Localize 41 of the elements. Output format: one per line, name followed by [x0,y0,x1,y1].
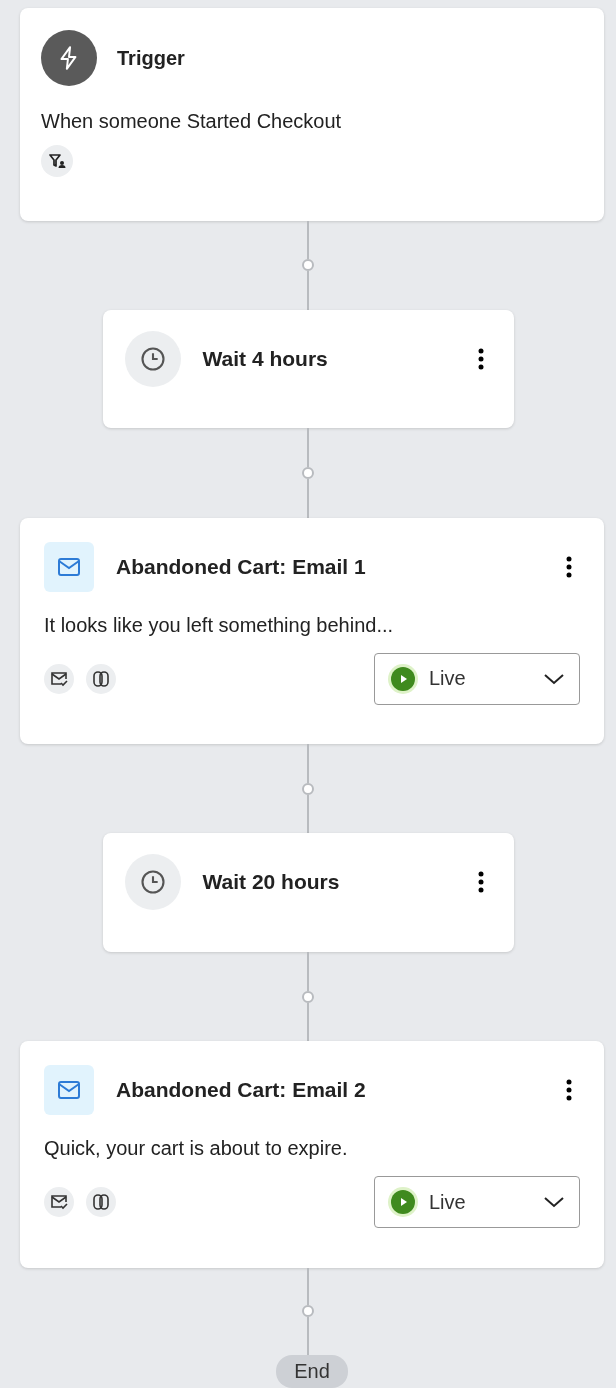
connector-node [302,467,314,479]
connector-node [302,782,314,795]
email-title: Abandoned Cart: Email 1 [116,554,367,579]
envelope-check-icon[interactable] [44,1187,74,1218]
email-subject: Quick, your cart is about to expire. [44,1137,349,1161]
trigger-card[interactable]: Trigger When someone Started Checkout [20,8,604,221]
wait-title: Wait 4 hours [202,346,329,371]
wait-card[interactable]: Wait 4 hours [102,309,514,429]
connector-line [307,951,309,991]
wait-card[interactable]: Wait 20 hours [102,833,514,952]
trigger-description: When someone Started Checkout [41,110,343,133]
wait-title: Wait 20 hours [202,870,341,895]
link-icon[interactable] [86,1187,116,1218]
connector-node [302,1305,314,1318]
trigger-title: Trigger [117,46,185,70]
connector-line [307,1002,309,1042]
envelope-icon [44,541,94,592]
envelope-check-icon[interactable] [44,663,74,694]
chevron-down-icon [543,672,565,685]
connector-node [302,259,314,272]
email-card[interactable]: Abandoned Cart: Email 1 It looks like you left something behind... Live [20,517,604,745]
email-subject: It looks like you left something behind... [44,613,395,637]
end-node: End [276,1355,348,1388]
connector-line [307,1317,309,1356]
envelope-icon [44,1065,94,1116]
status-dropdown[interactable]: Live [374,1176,580,1229]
chevron-down-icon [543,1196,565,1209]
email-title: Abandoned Cart: Email 2 [116,1078,367,1103]
status-dropdown[interactable]: Live [374,652,580,705]
connector-node [302,990,314,1003]
connector-line [307,794,309,834]
connector-line [307,428,309,467]
email-card[interactable]: Abandoned Cart: Email 2 Quick, your cart is about to expire. Live [20,1041,604,1268]
filter-icon[interactable] [41,145,73,177]
connector-line [307,220,309,260]
connector-line [307,271,309,310]
link-icon[interactable] [86,663,116,694]
connector-line [307,479,309,518]
connector-line [307,1267,309,1306]
connector-line [307,744,309,783]
lightning-icon [41,30,97,86]
